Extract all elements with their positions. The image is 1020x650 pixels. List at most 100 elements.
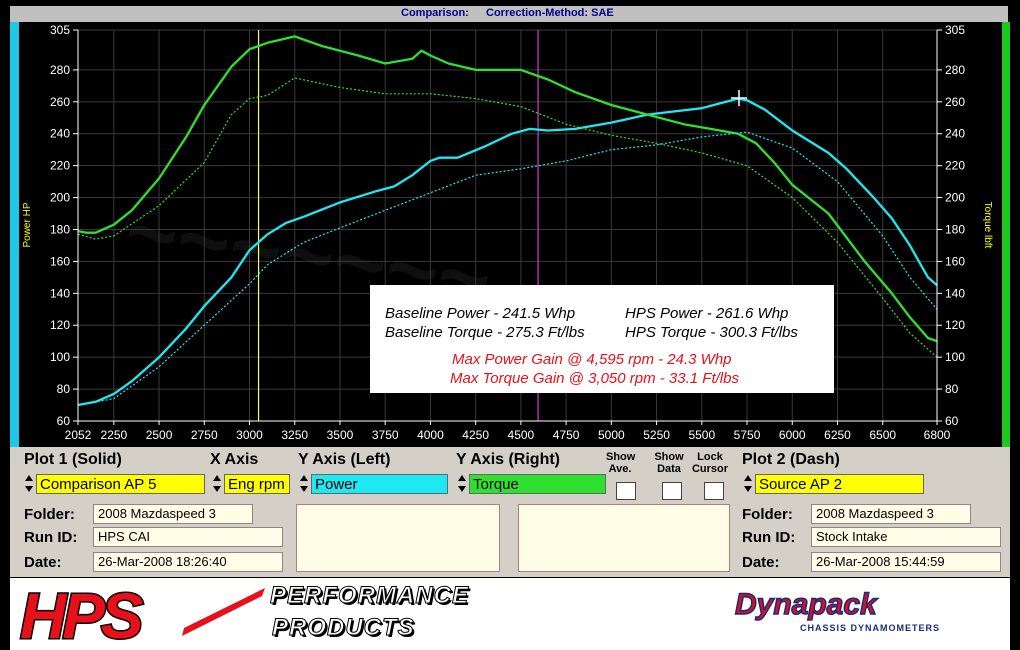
x-tick-label: 2052 xyxy=(65,428,92,442)
y-right-tick-label: 220 xyxy=(945,159,965,173)
max-power-gain-text: Max Power Gain @ 4,595 rpm - 24.3 Whp xyxy=(452,351,732,368)
x-tick-label: 4750 xyxy=(553,428,580,442)
y-right-tick-label: 260 xyxy=(945,95,965,109)
y-right-select[interactable]: Torque xyxy=(469,474,606,494)
y-left-tick-label: 220 xyxy=(50,159,70,173)
plot1-spinner[interactable] xyxy=(24,473,34,495)
y-right-tick-label: 200 xyxy=(945,191,965,205)
x-tick-label: 4000 xyxy=(417,428,444,442)
y-right-tick-label: 160 xyxy=(945,254,965,268)
control-panel: Plot 1 (Solid) X Axis Y Axis (Left) Y Ax… xyxy=(10,447,1010,577)
show-data-label: Show Data xyxy=(654,451,684,475)
x-axis-label: X Axis xyxy=(210,451,259,468)
hps-torque-text: HPS Torque - 300.3 Ft/lbs xyxy=(625,324,798,341)
plot2-notes-box[interactable] xyxy=(518,504,730,572)
x-tick-label: 6500 xyxy=(869,428,896,442)
plot1-date-field[interactable]: 26-Mar-2008 18:26:40 xyxy=(93,552,283,572)
plot2-select[interactable]: Source AP 2 xyxy=(755,474,924,494)
dyno-chart[interactable]: ~~~~~~~ 2052 2250 2500 2750 3000 3250 3500 3750… xyxy=(0,0,1020,447)
dynapack-logo: Dynapack CHASSIS DYNAMOMETERS xyxy=(734,587,940,633)
x-tick-label: 6250 xyxy=(824,428,851,442)
y-right-tick-label: 100 xyxy=(945,350,965,364)
y-axis-right-label: Y Axis (Right) xyxy=(456,451,561,468)
y-left-tick-label: 260 xyxy=(50,95,70,109)
performance-text: PERFORMANCE xyxy=(269,582,470,610)
plot1-folder-label: Folder: xyxy=(24,506,75,523)
footer-banner: HPS PERFORMANCE PRODUCTS Dynapack CHASSI… xyxy=(10,578,1010,650)
plot1-runid-label: Run ID: xyxy=(24,529,78,546)
svg-text:CHASSIS DYNAMOMETERS: CHASSIS DYNAMOMETERS xyxy=(800,623,940,633)
x-tick-label: 2500 xyxy=(146,428,173,442)
max-torque-gain-text: Max Torque Gain @ 3,050 rpm - 33.1 Ft/lb… xyxy=(450,370,739,387)
x-tick-label: 6800 xyxy=(924,428,951,442)
y-left-tick-label: 140 xyxy=(50,286,70,300)
show-ave-checkbox[interactable] xyxy=(616,482,636,500)
y-left-tick-label: 80 xyxy=(57,382,71,396)
y-left-tick-label: 305 xyxy=(50,23,70,37)
x-tick-label: 3750 xyxy=(372,428,399,442)
y-left-tick-label: 60 xyxy=(57,414,71,428)
y-right-tick-label: 140 xyxy=(945,286,965,300)
plot2-runid-label: Run ID: xyxy=(742,529,796,546)
y-right-spinner[interactable] xyxy=(457,473,467,495)
plot1-date-label: Date: xyxy=(24,554,62,571)
plot2-spinner[interactable] xyxy=(743,473,753,495)
y-left-tick-label: 180 xyxy=(50,222,70,236)
y-left-tick-label: 280 xyxy=(50,63,70,77)
x-tick-label: 6000 xyxy=(779,428,806,442)
x-tick-label: 2750 xyxy=(191,428,218,442)
y-left-tick-label: 120 xyxy=(50,318,70,332)
right-axis-title: Torque lbft xyxy=(982,202,993,249)
x-tick-label: 3500 xyxy=(327,428,354,442)
x-tick-label: 2250 xyxy=(100,428,127,442)
svg-text:HPS: HPS xyxy=(20,580,144,650)
plot1-notes-box[interactable] xyxy=(296,504,500,572)
y-right-tick-label: 280 xyxy=(945,63,965,77)
x-tick-label: 4500 xyxy=(508,428,535,442)
plot2-folder-field[interactable]: 2008 Mazdaspeed 3 xyxy=(811,504,971,524)
baseline-power-text: Baseline Power - 241.5 Whp xyxy=(385,305,575,322)
x-tick-label: 5750 xyxy=(734,428,761,442)
y-right-tick-label: 80 xyxy=(945,382,959,396)
hps-logo: HPS xyxy=(19,579,265,650)
plot2-date-label: Date: xyxy=(742,554,780,571)
plot1-folder-field[interactable]: 2008 Mazdaspeed 3 xyxy=(93,504,253,524)
y-left-spinner[interactable] xyxy=(299,473,309,495)
y-right-tick-label: 60 xyxy=(945,414,959,428)
svg-text:Dynapack: Dynapack xyxy=(735,588,878,621)
x-tick-label: 3250 xyxy=(281,428,308,442)
plot2-label: Plot 2 (Dash) xyxy=(742,451,840,468)
plot2-date-field[interactable]: 26-Mar-2008 15:44:59 xyxy=(811,552,1001,572)
lock-cursor-checkbox[interactable] xyxy=(704,482,724,500)
y-left-tick-label: 240 xyxy=(50,127,70,141)
y-axis-left-label: Y Axis (Left) xyxy=(298,451,391,468)
x-tick-label: 5500 xyxy=(688,428,715,442)
show-ave-label: Show Ave. xyxy=(606,451,636,475)
plot2-folder-label: Folder: xyxy=(742,506,793,523)
y-left-select[interactable]: Power xyxy=(311,474,448,494)
x-tick-label: 5250 xyxy=(643,428,670,442)
y-right-tick-label: 120 xyxy=(945,318,965,332)
y-right-tick-label: 180 xyxy=(945,222,965,236)
hps-power-text: HPS Power - 261.6 Whp xyxy=(625,305,788,322)
y-right-tick-label: 240 xyxy=(945,127,965,141)
baseline-torque-text: Baseline Torque - 275.3 Ft/lbs xyxy=(385,324,585,341)
y-left-tick-label: 160 xyxy=(50,254,70,268)
plot2-runid-field[interactable]: Stock Intake xyxy=(811,527,1001,547)
x-tick-label: 5000 xyxy=(598,428,625,442)
plot1-select[interactable]: Comparison AP 5 xyxy=(36,474,205,494)
show-data-checkbox[interactable] xyxy=(662,482,682,500)
left-axis-title: Power HP xyxy=(22,202,33,247)
x-axis-spinner[interactable] xyxy=(212,473,222,495)
lock-cursor-label: Lock Cursor xyxy=(691,451,729,475)
x-tick-label: 4250 xyxy=(462,428,489,442)
products-text: PRODUCTS xyxy=(272,614,415,642)
summary-annotation-box: Baseline Power - 241.5 Whp Baseline Torq… xyxy=(370,285,834,393)
x-axis-select[interactable]: Eng rpm xyxy=(224,474,290,494)
y-left-tick-label: 200 xyxy=(50,191,70,205)
plot1-runid-field[interactable]: HPS CAI xyxy=(93,527,283,547)
plot1-label: Plot 1 (Solid) xyxy=(24,451,122,468)
y-left-tick-label: 100 xyxy=(50,350,70,364)
y-right-tick-label: 305 xyxy=(945,23,965,37)
x-tick-label: 3000 xyxy=(236,428,263,442)
